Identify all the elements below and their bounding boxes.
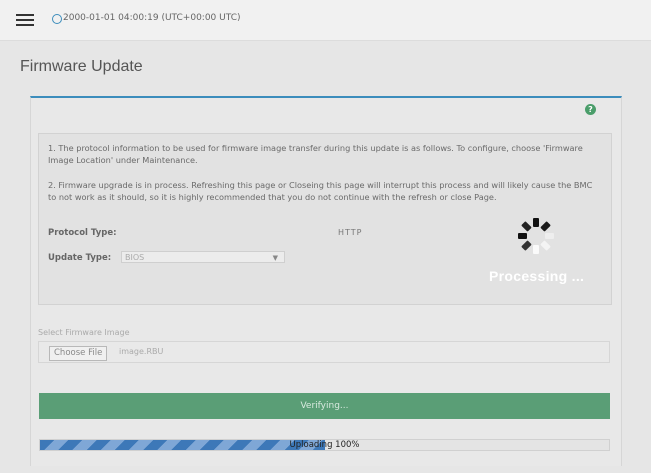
protocol-type-label: Protocol Type: [48, 228, 117, 238]
protocol-note: 1. The protocol information to be used f… [48, 143, 583, 165]
select-firmware-label: Select Firmware Image [38, 328, 130, 337]
hamburger-icon[interactable] [16, 14, 34, 26]
clock-icon [52, 14, 62, 24]
loading-spinner-icon [518, 218, 554, 254]
update-type-select[interactable]: BIOS ▼ [121, 251, 285, 263]
update-type-label: Update Type: [48, 253, 112, 263]
datetime-display: 2000-01-01 04:00:19 (UTC+00:00 UTC) [63, 13, 241, 23]
update-type-value: BIOS [125, 253, 145, 262]
page-title: Firmware Update [20, 58, 143, 75]
protocol-type-value: HTTP [338, 228, 363, 237]
file-input-row: Choose File image.RBU [38, 341, 610, 363]
choose-file-button[interactable]: Choose File [49, 346, 108, 361]
chevron-down-icon: ▼ [272, 254, 278, 262]
verifying-button[interactable]: Verifying... [39, 393, 610, 419]
file-name: image.RBU [119, 347, 164, 356]
progress-text: Uploading 100% [289, 440, 360, 450]
question-circle-icon[interactable]: ? [585, 104, 596, 115]
top-bar: 2000-01-01 04:00:19 (UTC+00:00 UTC) [0, 0, 651, 41]
warning-note: 2. Firmware upgrade is in process. Refre… [48, 180, 593, 202]
upload-progress-bar: Uploading 100% [39, 439, 610, 451]
processing-text: Processing ... [489, 268, 585, 284]
